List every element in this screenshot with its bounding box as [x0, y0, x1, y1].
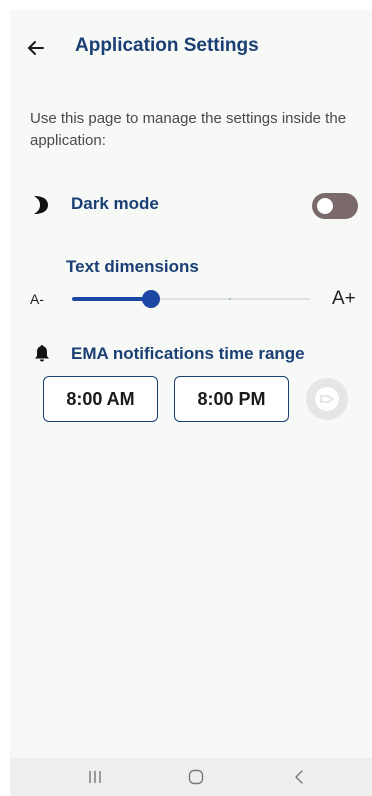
- start-time-button[interactable]: 8:00 AM: [43, 376, 158, 422]
- slider-track-fill: [72, 297, 151, 301]
- settings-screen: Application Settings Use this page to ma…: [10, 10, 372, 796]
- intro-text: Use this page to manage the settings ins…: [30, 110, 347, 149]
- slider-thumb[interactable]: [142, 290, 160, 308]
- text-dimensions-label: Text dimensions: [66, 257, 199, 276]
- end-time-button[interactable]: 8:00 PM: [174, 376, 289, 422]
- page-title: Application Settings: [75, 35, 259, 56]
- crescent-moon-icon: [34, 196, 48, 214]
- text-size-min-label: A-: [30, 291, 44, 307]
- ema-notifications-label: EMA notifications time range: [71, 344, 305, 363]
- text-size-max-label: A+: [332, 288, 356, 309]
- toggle-knob: [317, 198, 333, 214]
- system-back-button[interactable]: [287, 767, 311, 787]
- dark-mode-label: Dark mode: [71, 194, 159, 213]
- app-header: Application Settings: [10, 32, 372, 64]
- send-icon: [315, 387, 339, 411]
- home-button[interactable]: [184, 767, 208, 787]
- confirm-time-range-button[interactable]: [306, 378, 348, 420]
- back-button[interactable]: [24, 36, 48, 60]
- home-icon: [188, 769, 204, 785]
- arrow-left-icon: [28, 41, 44, 55]
- system-nav-bar: [10, 758, 372, 796]
- slider-tick: [229, 298, 231, 300]
- recents-icon: [89, 771, 101, 783]
- dark-mode-toggle[interactable]: [312, 193, 358, 219]
- nav-back-icon: [295, 770, 303, 784]
- recents-button[interactable]: [83, 767, 107, 787]
- bell-icon: [35, 345, 49, 362]
- text-size-slider[interactable]: [72, 286, 310, 312]
